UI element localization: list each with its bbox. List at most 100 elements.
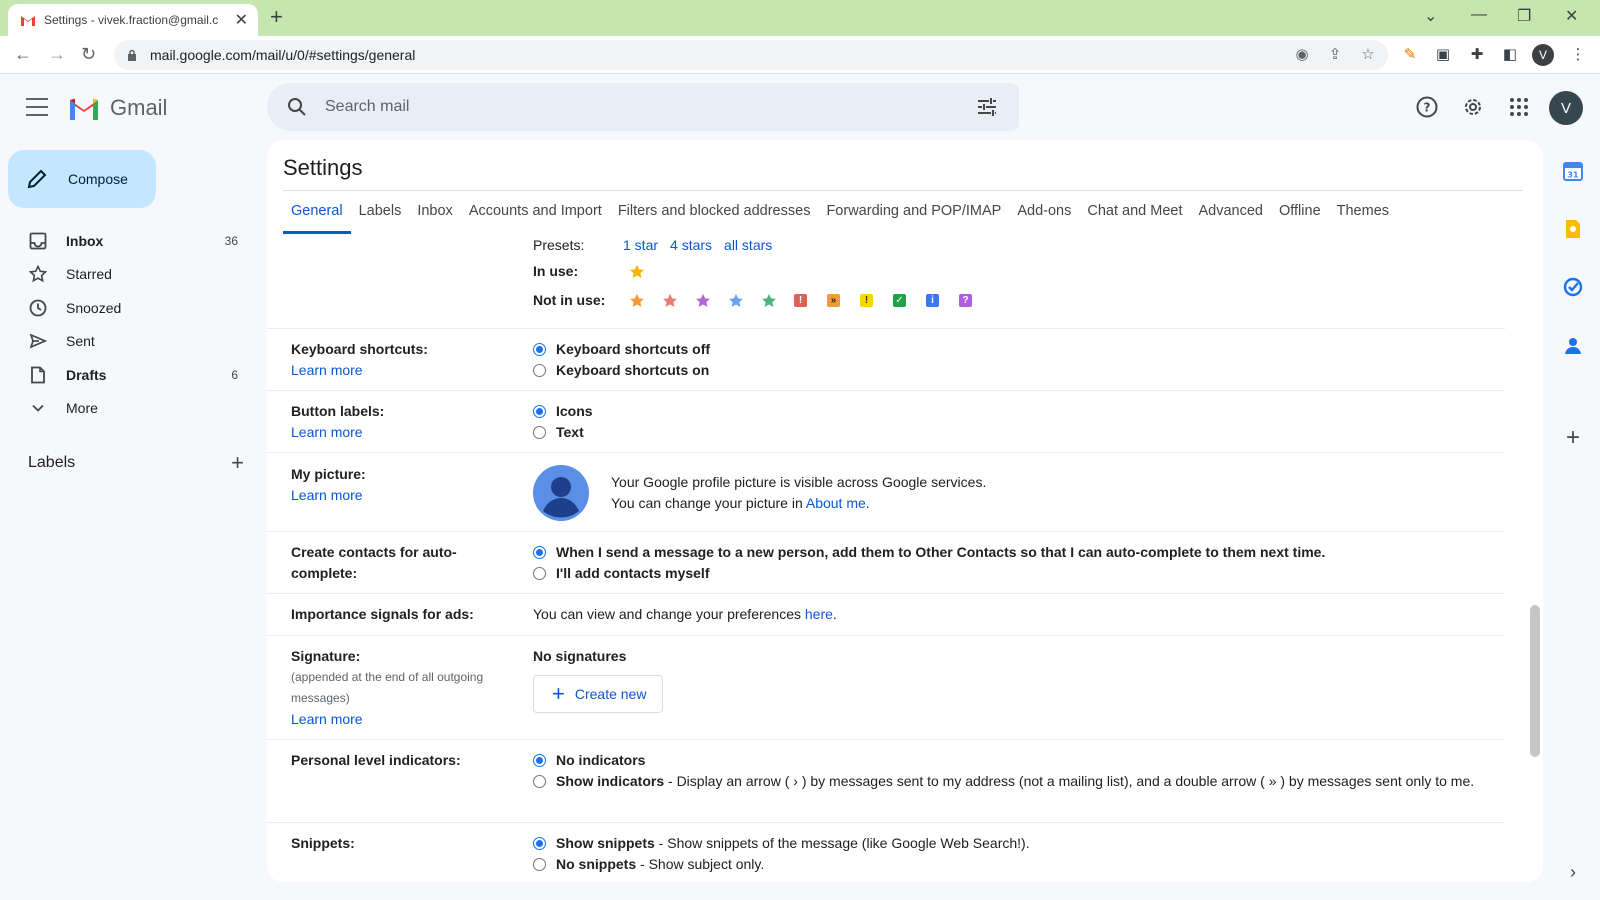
sidebar-item-inbox[interactable]: Inbox 36 <box>0 224 256 258</box>
purple-star-icon[interactable] <box>695 291 728 311</box>
about-me-link[interactable]: About me <box>806 495 866 511</box>
keyboard-learn-more-link[interactable]: Learn more <box>291 360 509 381</box>
search-icon[interactable] <box>285 95 309 119</box>
settings-scrollbar[interactable] <box>1530 605 1540 757</box>
gmail-m-icon <box>70 98 98 120</box>
inbox-icon <box>28 231 48 251</box>
settings-gear-icon[interactable] <box>1461 95 1485 119</box>
red-star-icon[interactable] <box>662 291 695 311</box>
new-tab-icon[interactable]: + <box>270 6 283 28</box>
preset-all-stars[interactable]: all stars <box>724 235 772 256</box>
yellow-star-icon[interactable] <box>629 262 662 282</box>
my-picture-label: My picture: <box>291 466 366 482</box>
orange-guillemet-icon[interactable]: » <box>827 291 860 311</box>
signature-learn-more-link[interactable]: Learn more <box>291 709 509 730</box>
contacts-icon[interactable] <box>1561 334 1585 358</box>
tab-themes[interactable]: Themes <box>1329 191 1397 231</box>
icons-radio[interactable] <box>533 405 546 418</box>
keyboard-on-radio[interactable] <box>533 364 546 377</box>
tab-search-icon[interactable]: ⌄ <box>1424 6 1437 26</box>
no-snippets-radio[interactable] <box>533 858 546 871</box>
my-picture-label-block: My picture: Learn more <box>291 464 509 506</box>
tab-general[interactable]: General <box>283 191 351 234</box>
compose-button[interactable]: Compose <box>8 150 156 208</box>
signature-sublabel: (appended at the end of all outgoing mes… <box>291 670 484 705</box>
yellow-bang-icon[interactable]: ! <box>860 291 893 311</box>
show-side-panel-chevron-icon[interactable]: › <box>1561 860 1585 884</box>
forward-icon[interactable]: → <box>48 44 66 64</box>
minimize-icon[interactable]: — <box>1471 6 1487 24</box>
restore-icon[interactable]: ❐ <box>1517 6 1531 26</box>
tab-labels[interactable]: Labels <box>351 191 410 231</box>
create-signature-button[interactable]: + Create new <box>533 675 664 713</box>
tab-chat-and-meet[interactable]: Chat and Meet <box>1079 191 1190 231</box>
gmail-logo[interactable]: Gmail <box>68 95 167 121</box>
sidebar-item-label: Drafts <box>66 366 107 383</box>
browser-tab[interactable]: Settings - vivek.fraction@gmail.c ✕ <box>8 4 258 36</box>
preset-4-stars[interactable]: 4 stars <box>670 235 712 256</box>
my-picture-value: Your Google profile picture is visible a… <box>533 465 986 521</box>
tasks-icon[interactable] <box>1561 275 1585 299</box>
my-picture-learn-more-link[interactable]: Learn more <box>291 485 509 506</box>
tab-add-ons[interactable]: Add-ons <box>1009 191 1079 231</box>
sidebar-item-starred[interactable]: Starred <box>0 258 256 292</box>
keep-icon[interactable] <box>1561 217 1585 241</box>
calendar-icon[interactable]: 31 <box>1561 159 1585 183</box>
side-panel-icon[interactable]: ◧ <box>1500 44 1520 64</box>
close-window-icon[interactable]: ✕ <box>1565 6 1578 26</box>
green-check-icon[interactable]: ✓ <box>893 291 926 311</box>
picture-in-picture-icon[interactable]: ▣ <box>1433 44 1453 64</box>
stars-not-in-use-line: Not in use: ! » ! ✓ i ? <box>533 290 992 311</box>
show-indicators-radio[interactable] <box>533 775 546 788</box>
apps-grid-icon[interactable] <box>1507 95 1531 119</box>
show-indicators-label: Show indicators <box>556 773 665 789</box>
red-bang-icon[interactable]: ! <box>794 291 827 311</box>
back-icon[interactable]: ← <box>14 44 32 64</box>
purple-question-icon[interactable]: ? <box>959 291 992 311</box>
orange-star-icon[interactable] <box>629 291 662 311</box>
auto-add-contacts-radio[interactable] <box>533 546 546 559</box>
extension-pen-icon[interactable]: ✎ <box>1400 44 1420 64</box>
no-indicators-radio[interactable] <box>533 754 546 767</box>
search-options-icon[interactable] <box>975 95 999 119</box>
keyboard-off-radio[interactable] <box>533 343 546 356</box>
get-add-ons-icon[interactable]: + <box>1561 424 1585 451</box>
tab-forwarding[interactable]: Forwarding and POP/IMAP <box>818 191 1009 231</box>
manual-contacts-radio[interactable] <box>533 567 546 580</box>
no-snippets-text: No snippets - Show subject only. <box>556 854 764 875</box>
button-labels-learn-more-link[interactable]: Learn more <box>291 422 509 443</box>
tab-advanced[interactable]: Advanced <box>1190 191 1271 231</box>
help-icon[interactable]: ? <box>1415 95 1439 119</box>
sidebar-item-sent[interactable]: Sent <box>0 325 256 359</box>
ads-preferences-link[interactable]: here <box>805 606 833 622</box>
search-input[interactable]: Search mail <box>325 98 975 116</box>
browser-profile-avatar[interactable]: V <box>1532 44 1554 66</box>
search-bar[interactable]: Search mail <box>267 83 1019 131</box>
blue-info-icon[interactable]: i <box>926 291 959 311</box>
blue-star-icon[interactable] <box>728 291 761 311</box>
green-star-icon[interactable] <box>761 291 794 311</box>
sidebar-item-label: More <box>66 400 98 417</box>
sidebar-item-snoozed[interactable]: Snoozed <box>0 291 256 325</box>
eye-icon[interactable]: ◉ <box>1292 44 1312 64</box>
tab-inbox[interactable]: Inbox <box>409 191 460 231</box>
tab-filters[interactable]: Filters and blocked addresses <box>610 191 819 231</box>
bookmark-star-icon[interactable]: ☆ <box>1358 44 1378 64</box>
text-radio[interactable] <box>533 426 546 439</box>
account-avatar[interactable]: V <box>1549 91 1583 125</box>
tab-close-icon[interactable]: ✕ <box>235 10 248 30</box>
show-snippets-radio[interactable] <box>533 837 546 850</box>
address-bar[interactable]: mail.google.com/mail/u/0/#settings/gener… <box>114 40 1388 70</box>
share-icon[interactable]: ⇪ <box>1325 44 1345 64</box>
sidebar-item-more[interactable]: More <box>0 392 256 426</box>
preset-1-star[interactable]: 1 star <box>623 235 658 256</box>
sidebar-item-drafts[interactable]: Drafts 6 <box>0 358 256 392</box>
browser-menu-icon[interactable]: ⋮ <box>1568 44 1588 64</box>
main-menu-icon[interactable] <box>26 98 48 116</box>
add-label-icon[interactable]: + <box>231 452 244 474</box>
profile-placeholder-icon[interactable] <box>533 465 589 521</box>
extensions-puzzle-icon[interactable]: ✚ <box>1467 44 1487 64</box>
reload-icon[interactable]: ↻ <box>81 44 96 64</box>
tab-accounts-and-import[interactable]: Accounts and Import <box>461 191 610 231</box>
tab-offline[interactable]: Offline <box>1271 191 1329 231</box>
